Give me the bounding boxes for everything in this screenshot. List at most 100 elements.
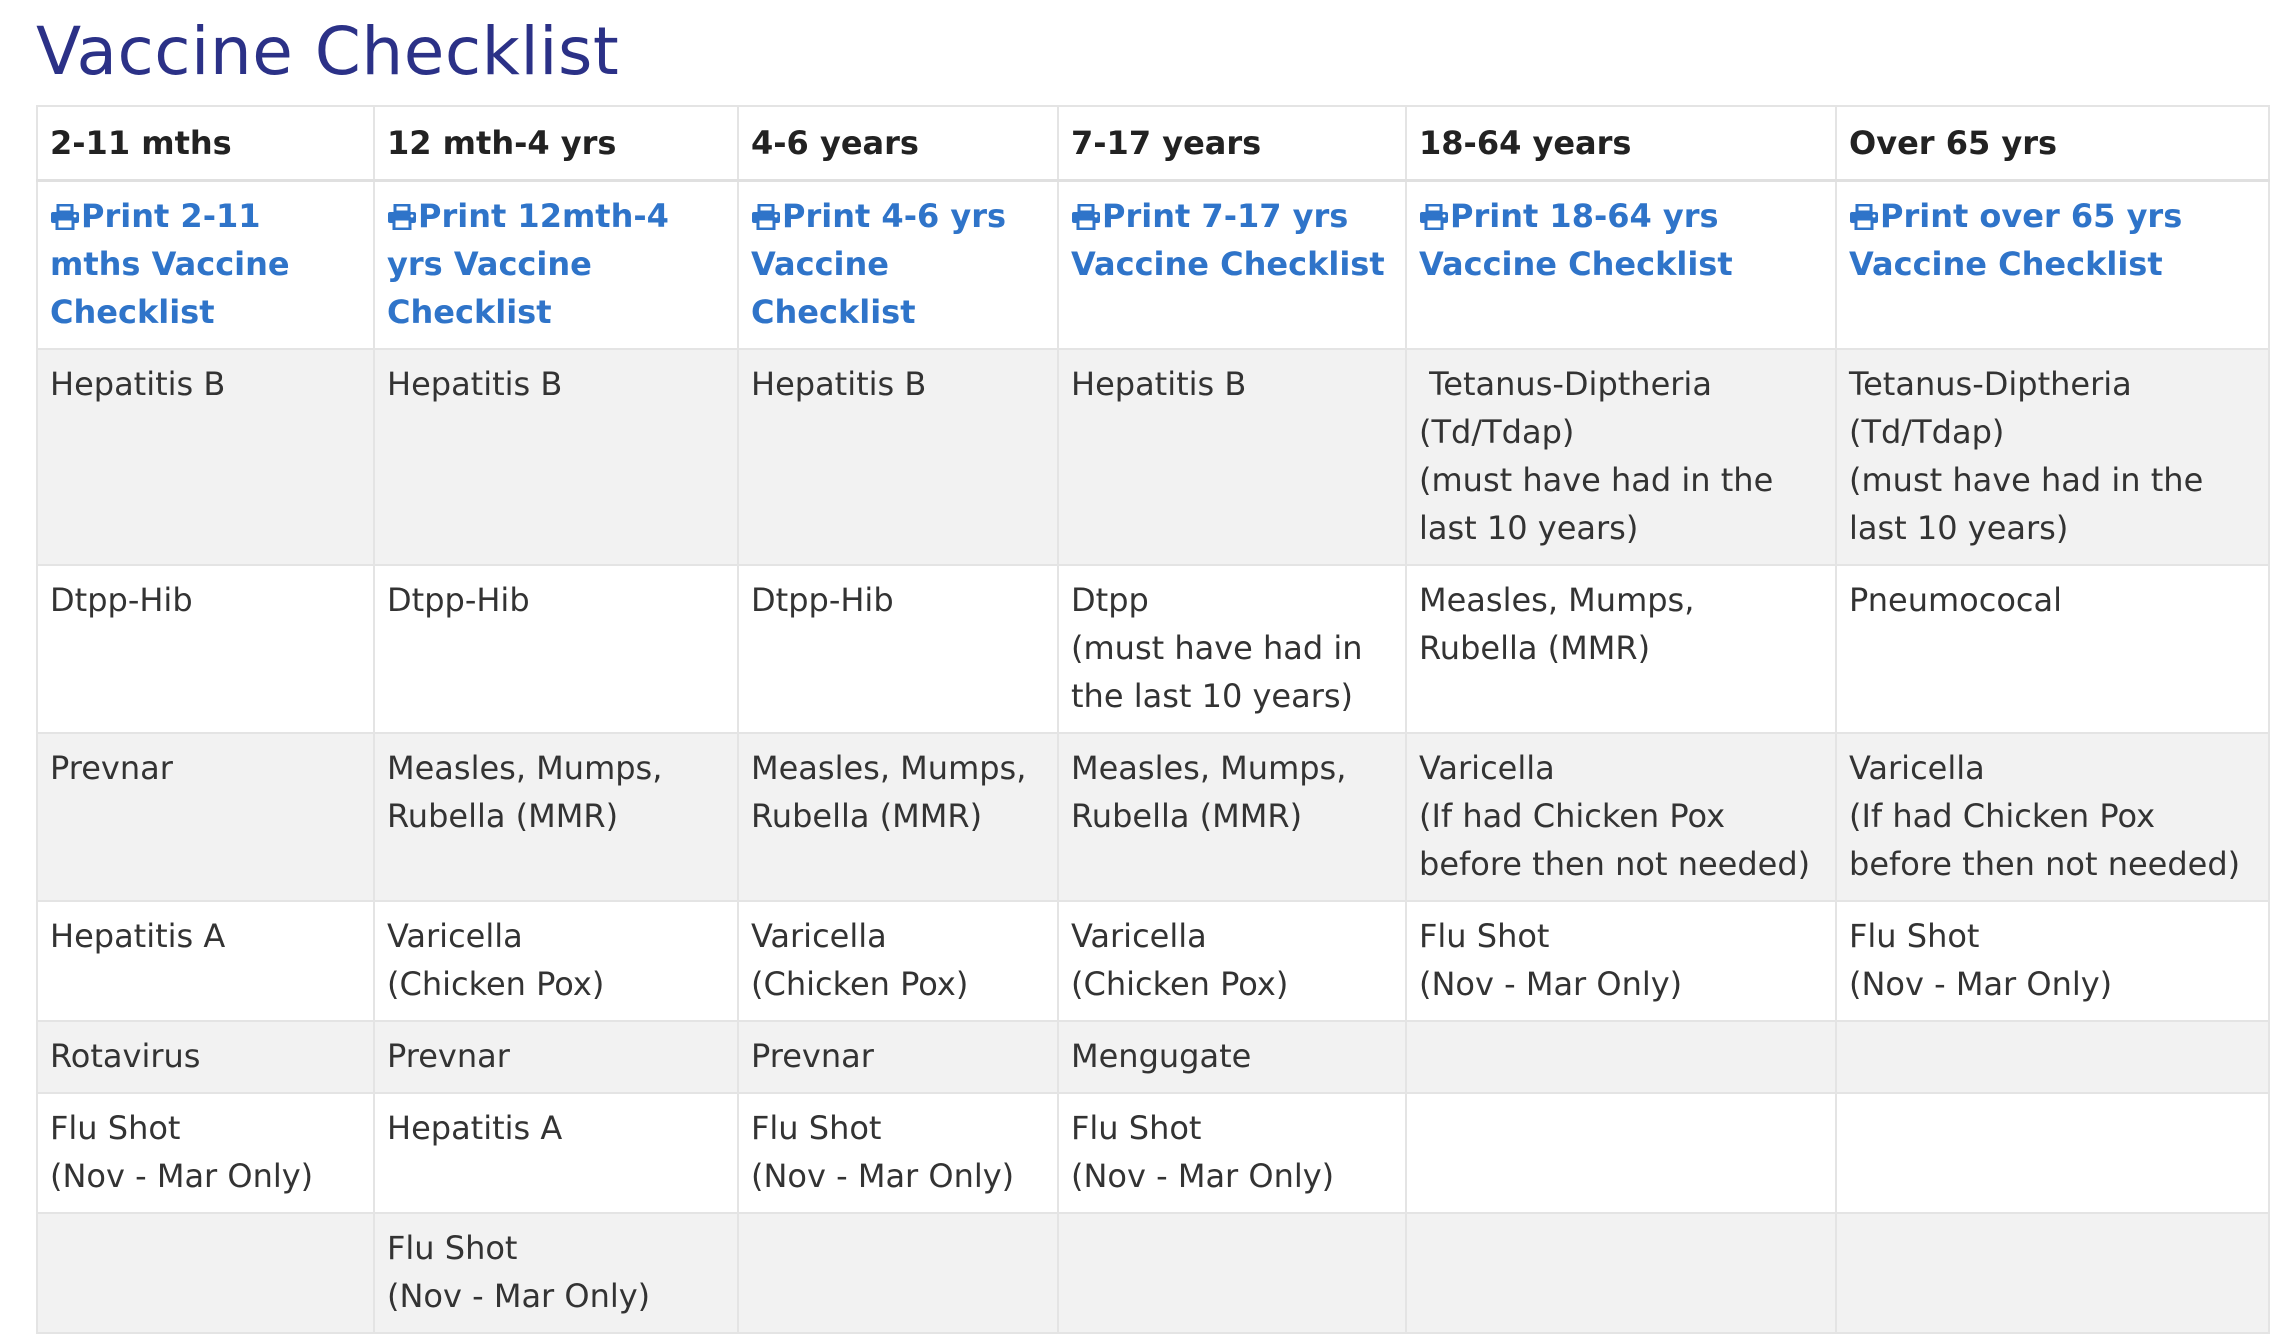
vaccine-text: Measles, Mumps, Rubella (MMR) (751, 749, 1037, 835)
vaccine-cell: Flu Shot (Nov - Mar Only) (373, 1212, 739, 1334)
vaccine-cell (1405, 1212, 1837, 1334)
column-header: 18-64 years (1405, 105, 1837, 182)
printer-icon (1072, 204, 1100, 230)
vaccine-cell (1835, 1092, 2270, 1214)
print-cell: Print 12mth-4 yrs Vaccine Checklist (373, 179, 739, 350)
column-header: 4-6 years (737, 105, 1059, 182)
vaccine-text: Prevnar (387, 1037, 510, 1075)
vaccine-cell (1057, 1212, 1407, 1334)
print-checklist-link[interactable]: Print 4-6 yrs Vaccine Checklist (751, 197, 1006, 331)
print-checklist-link[interactable]: Print 18-64 yrs Vaccine Checklist (1419, 197, 1733, 283)
printer-icon (51, 204, 79, 230)
vaccine-text: Varicella (Chicken Pox) (1071, 917, 1289, 1003)
table-row: Prevnar Measles, Mumps, Rubella (MMR) Meas… (36, 732, 2270, 902)
vaccine-cell: Mengugate (1057, 1020, 1407, 1094)
table-row: Flu Shot (Nov - Mar Only) Hepatitis A Flu … (36, 1092, 2270, 1214)
vaccine-cell: Measles, Mumps, Rubella (MMR) (373, 732, 739, 902)
print-links-row: Print 2-11 mths Vaccine Checklist Print … (36, 179, 2270, 350)
vaccine-text: Varicella (Chicken Pox) (751, 917, 969, 1003)
column-header: 2-11 mths (36, 105, 375, 182)
vaccine-cell: Varicella (Chicken Pox) (1057, 900, 1407, 1022)
vaccine-cell: Measles, Mumps, Rubella (MMR) (1405, 564, 1837, 734)
vaccine-cell (1835, 1020, 2270, 1094)
vaccine-text: Tetanus-Diptheria (Td/Tdap) (must have h… (1849, 365, 2204, 547)
print-cell: Print over 65 yrs Vaccine Checklist (1835, 179, 2270, 350)
vaccine-text: Hepatitis B (50, 365, 226, 403)
vaccine-cell: Dtpp-Hib (373, 564, 739, 734)
vaccine-text: Tetanus-Diptheria (Td/Tdap) (must have h… (1419, 365, 1774, 547)
vaccine-cell: Tetanus-Diptheria (Td/Tdap) (must have h… (1405, 348, 1837, 566)
vaccine-cell: Dtpp (must have had in the last 10 years… (1057, 564, 1407, 734)
print-link-label: Print 2-11 mths Vaccine Checklist (50, 197, 290, 331)
vaccine-cell: Varicella (Chicken Pox) (373, 900, 739, 1022)
vaccine-text: Dtpp-Hib (751, 581, 894, 619)
vaccine-text: Hepatitis B (387, 365, 563, 403)
print-checklist-link[interactable]: Print over 65 yrs Vaccine Checklist (1849, 197, 2182, 283)
vaccine-cell (1405, 1020, 1837, 1094)
vaccine-text: Varicella (Chicken Pox) (387, 917, 605, 1003)
vaccine-text: Hepatitis B (751, 365, 927, 403)
vaccine-text: Flu Shot (Nov - Mar Only) (387, 1229, 651, 1315)
print-checklist-link[interactable]: Print 2-11 mths Vaccine Checklist (50, 197, 290, 331)
vaccine-text: Varicella (If had Chicken Pox before the… (1849, 749, 2241, 883)
vaccine-cell: Dtpp-Hib (737, 564, 1059, 734)
vaccine-text: Pneumococal (1849, 581, 2062, 619)
vaccine-cell: Hepatitis A (373, 1092, 739, 1214)
vaccine-text: Flu Shot (Nov - Mar Only) (1419, 917, 1683, 1003)
vaccine-cell: Varicella (If had Chicken Pox before the… (1405, 732, 1837, 902)
printer-icon (1850, 204, 1878, 230)
vaccine-text: Prevnar (50, 749, 173, 787)
vaccine-text: Measles, Mumps, Rubella (MMR) (387, 749, 673, 835)
header-row: 2-11 mths 12 mth-4 yrs 4-6 years 7-17 ye… (36, 105, 2270, 182)
vaccine-cell (1835, 1212, 2270, 1334)
print-cell: Print 7-17 yrs Vaccine Checklist (1057, 179, 1407, 350)
print-link-label: Print 12mth-4 yrs Vaccine Checklist (387, 197, 669, 331)
printer-icon (1420, 204, 1448, 230)
vaccine-text: Dtpp-Hib (387, 581, 530, 619)
print-link-label: Print 4-6 yrs Vaccine Checklist (751, 197, 1007, 331)
vaccine-text: Hepatitis A (387, 1109, 563, 1147)
page: Vaccine Checklist 2-11 mths 12 mth-4 yrs… (0, 0, 2294, 1334)
print-cell: Print 18-64 yrs Vaccine Checklist (1405, 179, 1837, 350)
vaccine-cell (1405, 1092, 1837, 1214)
vaccine-cell: Hepatitis B (36, 348, 375, 566)
vaccine-text: Dtpp-Hib (50, 581, 193, 619)
vaccine-text: Flu Shot (Nov - Mar Only) (50, 1109, 314, 1195)
column-header: Over 65 yrs (1835, 105, 2270, 182)
vaccine-text: Measles, Mumps, Rubella (MMR) (1419, 581, 1705, 667)
print-link-label: Print 18-64 yrs Vaccine Checklist (1419, 197, 1733, 283)
vaccine-cell: Flu Shot (Nov - Mar Only) (1405, 900, 1837, 1022)
vaccine-cell: Hepatitis B (373, 348, 739, 566)
vaccine-cell: Pneumococal (1835, 564, 2270, 734)
vaccine-cell (36, 1212, 375, 1334)
table-row: Rotavirus Prevnar Prevnar Mengugate (36, 1020, 2270, 1094)
vaccine-text: Hepatitis A (50, 917, 226, 955)
print-checklist-link[interactable]: Print 12mth-4 yrs Vaccine Checklist (387, 197, 669, 331)
vaccine-cell: Hepatitis B (737, 348, 1059, 566)
vaccine-cell: Dtpp-Hib (36, 564, 375, 734)
vaccine-cell: Hepatitis B (1057, 348, 1407, 566)
print-cell: Print 2-11 mths Vaccine Checklist (36, 179, 375, 350)
vaccine-cell: Tetanus-Diptheria (Td/Tdap) (must have h… (1835, 348, 2270, 566)
vaccine-cell: Prevnar (36, 732, 375, 902)
vaccine-cell: Flu Shot (Nov - Mar Only) (1057, 1092, 1407, 1214)
print-link-label: Print over 65 yrs Vaccine Checklist (1849, 197, 2183, 283)
page-title: Vaccine Checklist (36, 13, 620, 90)
print-checklist-link[interactable]: Print 7-17 yrs Vaccine Checklist (1071, 197, 1385, 283)
table-row: Flu Shot (Nov - Mar Only) (36, 1212, 2270, 1334)
vaccine-cell: Measles, Mumps, Rubella (MMR) (1057, 732, 1407, 902)
vaccine-text: Rotavirus (50, 1037, 201, 1075)
print-link-label: Print 7-17 yrs Vaccine Checklist (1071, 197, 1385, 283)
vaccine-cell: Flu Shot (Nov - Mar Only) (1835, 900, 2270, 1022)
vaccine-cell: Rotavirus (36, 1020, 375, 1094)
vaccine-text: Hepatitis B (1071, 365, 1247, 403)
vaccine-checklist-table: 2-11 mths 12 mth-4 yrs 4-6 years 7-17 ye… (36, 105, 2270, 1334)
table-row: Dtpp-Hib Dtpp-Hib Dtpp-Hib Dtpp (must have … (36, 564, 2270, 734)
vaccine-text: Prevnar (751, 1037, 874, 1075)
table-row: Hepatitis B Hepatitis B Hepatitis B Hepatit… (36, 348, 2270, 566)
vaccine-cell: Varicella (If had Chicken Pox before the… (1835, 732, 2270, 902)
column-header: 7-17 years (1057, 105, 1407, 182)
vaccine-text: Mengugate (1071, 1037, 1252, 1075)
vaccine-cell: Measles, Mumps, Rubella (MMR) (737, 732, 1059, 902)
vaccine-cell: Hepatitis A (36, 900, 375, 1022)
